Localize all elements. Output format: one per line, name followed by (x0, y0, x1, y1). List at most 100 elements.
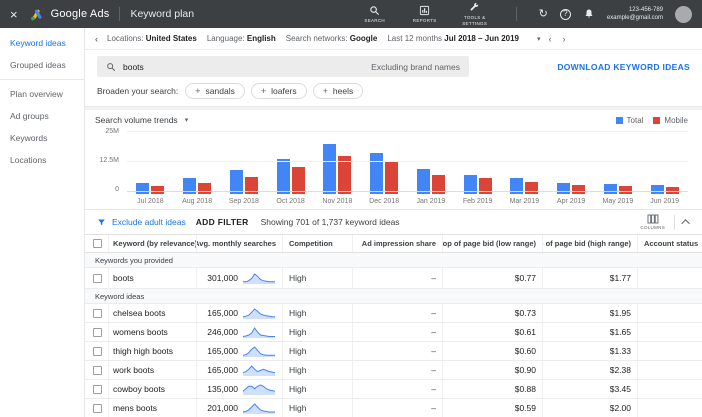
help-icon[interactable]: ? (559, 8, 571, 20)
date-prev-chevron[interactable]: ‹ (546, 34, 555, 44)
trend-sparkline (242, 364, 276, 376)
table-row-womens-boots: womens boots 246,000 High – $0.61 $1.65 (85, 323, 702, 342)
google-ads-logo-icon (30, 9, 42, 20)
filter-bar: Exclude adult ideas ADD FILTER Showing 7… (85, 209, 702, 234)
search-icon (370, 6, 380, 15)
low-bid-value: $0.59 (514, 403, 536, 413)
high-bid-cell: $1.77 (543, 268, 638, 288)
account-phone: 123-456-789 (628, 6, 663, 13)
sidebar-item-plan-overview[interactable]: Plan overview (0, 83, 84, 105)
sidebar-item-locations[interactable]: Locations (0, 149, 84, 171)
ad-impression-share-value: – (431, 327, 436, 337)
tools-settings-nav-label: TOOLS & SETTINGS (462, 15, 488, 26)
topbar: × Google Ads Keyword plan SEARCH REPORTS… (0, 0, 702, 28)
x-axis-label: Oct 2018 (276, 198, 305, 205)
avg-monthly-searches-cell: 165,000 (197, 304, 283, 322)
keyword-cell[interactable]: womens boots (109, 323, 197, 341)
plan-setting-label: Search networks: (285, 34, 350, 43)
chart-bar-mobile (525, 182, 539, 194)
plan-setting-value: Google (349, 34, 378, 43)
chart-title-dropdown[interactable]: Search volume trends ▾ (95, 115, 188, 125)
competition-cell: High (283, 268, 353, 288)
tools-settings-nav-button[interactable]: TOOLS & SETTINGS (456, 2, 494, 26)
keyword-cell[interactable]: boots (109, 268, 197, 288)
column-header-account-status[interactable]: Account status (638, 235, 702, 252)
chart-bar-mobile (198, 183, 212, 194)
collapse-chevron-up-icon[interactable] (681, 219, 690, 228)
exclude-adult-ideas-filter[interactable]: Exclude adult ideas (97, 217, 186, 227)
sidebar-item-keywords[interactable]: Keywords (0, 127, 84, 149)
plan-setting-locations[interactable]: Locations: United States (107, 34, 197, 43)
trend-sparkline (242, 307, 275, 319)
account-status-cell (638, 342, 702, 360)
column-header-keyword-by-relevance[interactable]: Keyword (by relevance)↓ (109, 235, 197, 252)
row-checkbox-cell (85, 268, 109, 288)
broaden-chip-heels[interactable]: + heels (312, 83, 364, 99)
keyword-cell[interactable]: thigh high boots (109, 342, 197, 360)
notifications-bell-icon[interactable] (583, 8, 595, 20)
chart-bar-group: Mar 2019 (501, 134, 548, 207)
column-header-ad-impression-share[interactable]: Ad impression share (353, 235, 443, 252)
column-header-avg-monthly-searches[interactable]: Avg. monthly searches (197, 235, 283, 252)
ad-impression-share-cell: – (353, 268, 443, 288)
plan-setting-last-12-months[interactable]: Last 12 months Jul 2018 – Jun 2019 (387, 34, 519, 43)
avatar[interactable] (675, 5, 692, 23)
broaden-chip-sandals[interactable]: + sandals (185, 83, 245, 99)
sidebar-item-ad-groups[interactable]: Ad groups (0, 105, 84, 127)
row-checkbox[interactable] (93, 384, 102, 394)
searches-value: 165,000 (207, 365, 238, 375)
row-checkbox[interactable] (93, 327, 102, 337)
row-checkbox[interactable] (93, 403, 102, 413)
row-checkbox[interactable] (93, 346, 102, 356)
download-keyword-ideas-link[interactable]: DOWNLOAD KEYWORD IDEAS (557, 62, 690, 72)
keyword-text: boots (113, 273, 134, 283)
chart-bar-mobile (291, 167, 305, 194)
legend-item-mobile: Mobile (653, 116, 688, 125)
row-checkbox[interactable] (93, 273, 102, 283)
select-all-checkbox[interactable] (93, 239, 102, 248)
columns-icon (647, 214, 659, 224)
keyword-cell[interactable]: work boots (109, 361, 197, 379)
low-bid-cell: $0.90 (443, 361, 543, 379)
keyword-search-input[interactable]: boots Excluding brand names (97, 56, 469, 77)
date-next-chevron[interactable]: › (560, 34, 569, 44)
table-section-header: Keywords you provided (85, 253, 702, 268)
row-checkbox[interactable] (93, 365, 102, 375)
column-header-top-of-page-bid-low-range[interactable]: Top of page bid (low range) (443, 235, 543, 252)
date-range-caret-icon[interactable]: ▾ (537, 35, 541, 43)
plan-setting-search-networks[interactable]: Search networks: Google (286, 34, 378, 43)
keyword-cell[interactable]: cowboy boots (109, 380, 197, 398)
refresh-icon[interactable]: ↻ (539, 8, 548, 20)
back-arrow-icon[interactable]: ‹ (95, 34, 98, 44)
sidebar-item-keyword-ideas[interactable]: Keyword ideas (0, 32, 84, 54)
add-filter-button[interactable]: ADD FILTER (196, 217, 249, 227)
reports-nav-button[interactable]: REPORTS (406, 5, 444, 23)
chart-bars (267, 134, 314, 194)
chip-label: loafers (271, 86, 297, 96)
search-nav-button[interactable]: SEARCH (356, 5, 394, 23)
table-header-row: Keyword (by relevance)↓Avg. monthly sear… (85, 234, 702, 253)
high-bid-cell: $1.33 (543, 342, 638, 360)
row-checkbox-cell (85, 399, 109, 417)
close-icon[interactable]: × (10, 7, 18, 22)
showing-count-label: Showing 701 of 1,737 keyword ideas (260, 217, 400, 227)
keyword-cell[interactable]: mens boots (109, 399, 197, 417)
chevron-down-icon: ▾ (184, 117, 189, 124)
account-status-cell (638, 268, 702, 288)
column-header-competition[interactable]: Competition (283, 235, 353, 252)
search-nav-label: SEARCH (364, 17, 385, 23)
competition-cell: High (283, 323, 353, 341)
columns-button[interactable]: COLUMNS (640, 214, 665, 230)
row-checkbox[interactable] (93, 308, 102, 318)
column-header-top-of-page-bid-high-range[interactable]: Top of page bid (high range) (543, 235, 638, 252)
broaden-chip-loafers[interactable]: + loafers (250, 83, 307, 99)
chart-bar-total (603, 184, 617, 194)
plan-setting-language[interactable]: Language: English (207, 34, 276, 43)
keyword-text: mens boots (113, 403, 157, 413)
sidebar-item-grouped-ideas[interactable]: Grouped ideas (0, 54, 84, 76)
broaden-search-row: Broaden your search: + sandals + loafers + he… (85, 79, 702, 106)
low-bid-cell: $0.60 (443, 342, 543, 360)
x-axis-label: Feb 2019 (462, 198, 493, 205)
keyword-cell[interactable]: chelsea boots (109, 304, 197, 322)
account-status-cell (638, 304, 702, 322)
